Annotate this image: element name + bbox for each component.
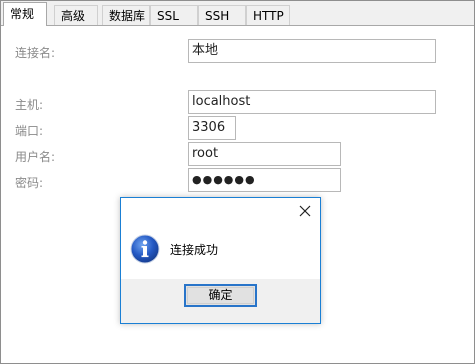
- tab-bar: 常规 高级 数据库 SSL SSH HTTP: [1, 1, 474, 26]
- port-label: 端口:: [15, 124, 44, 138]
- tab-ssl[interactable]: SSL: [150, 5, 198, 25]
- close-icon[interactable]: [297, 203, 313, 219]
- tab-ssh[interactable]: SSH: [198, 5, 246, 25]
- info-icon: [130, 234, 160, 264]
- ok-button[interactable]: 确定: [184, 284, 257, 307]
- host-label: 主机:: [15, 98, 44, 112]
- tab-http[interactable]: HTTP: [246, 5, 290, 25]
- ok-button-label: 确定: [208, 288, 233, 302]
- username-label: 用户名:: [15, 150, 56, 164]
- dialog-body: 连接成功: [121, 224, 320, 279]
- tab-general[interactable]: 常规: [3, 2, 47, 26]
- username-field[interactable]: root: [188, 142, 341, 166]
- port-field[interactable]: 3306: [188, 116, 236, 140]
- tab-database[interactable]: 数据库: [102, 5, 150, 25]
- connection-name-field[interactable]: 本地: [188, 39, 436, 63]
- dialog-titlebar: [121, 198, 320, 224]
- dialog-footer: 确定: [121, 279, 320, 323]
- connection-properties-window: 常规 高级 数据库 SSL SSH HTTP 连接名: 本地 主机: local…: [0, 0, 475, 364]
- connection-name-label: 连接名:: [15, 46, 56, 60]
- connection-success-dialog: 连接成功 确定: [120, 197, 321, 324]
- host-field[interactable]: localhost: [188, 90, 436, 114]
- tab-advanced[interactable]: 高级: [54, 5, 98, 25]
- password-label: 密码:: [15, 176, 44, 190]
- dialog-message: 连接成功: [170, 243, 219, 257]
- password-field[interactable]: ●●●●●●: [188, 168, 341, 192]
